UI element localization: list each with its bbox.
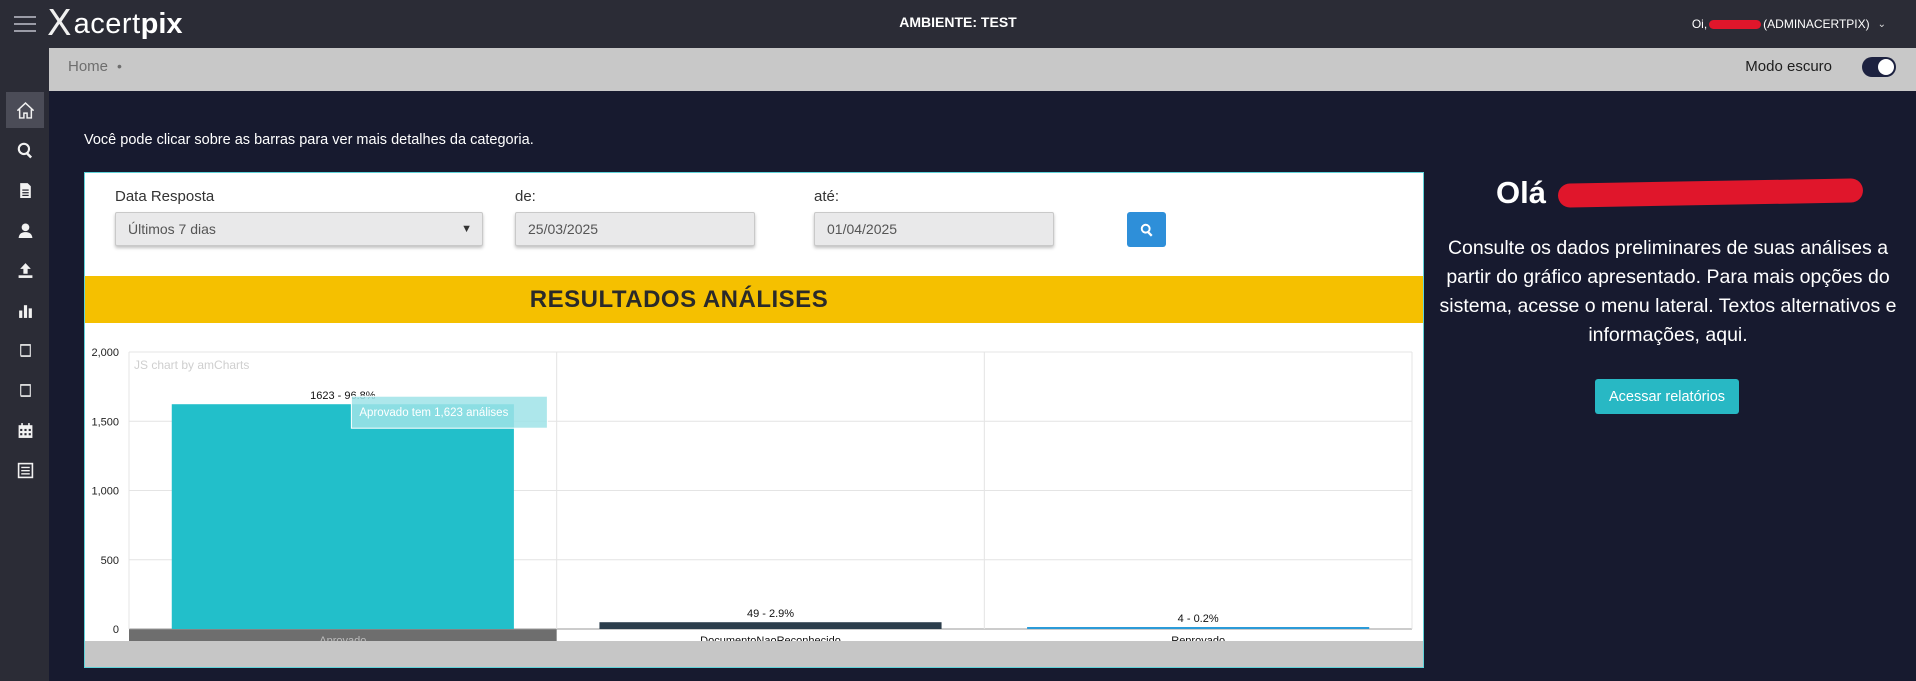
access-reports-button[interactable]: Acessar relatórios bbox=[1595, 379, 1739, 414]
y-tick-label: 1,000 bbox=[91, 486, 119, 498]
chart-hint-text: Você pode clicar sobre as barras para ve… bbox=[84, 132, 534, 148]
hamburger-menu-icon[interactable] bbox=[14, 14, 36, 32]
logo-x-mark: X bbox=[47, 3, 72, 44]
user-role: (ADMINACERTPIX) bbox=[1763, 17, 1870, 31]
dark-mode-toggle[interactable] bbox=[1862, 57, 1896, 77]
sidebar bbox=[0, 48, 49, 681]
results-title: RESULTADOS ANÁLISES bbox=[529, 285, 829, 313]
sidebar-item-users[interactable] bbox=[6, 212, 44, 248]
bar-documentonaoreconhecido[interactable] bbox=[599, 622, 942, 629]
y-tick-label: 2,000 bbox=[91, 347, 119, 359]
date-from-label: de: bbox=[515, 188, 536, 205]
sidebar-item-reports[interactable] bbox=[6, 292, 44, 328]
book-icon bbox=[19, 383, 31, 397]
redacted-username bbox=[1709, 19, 1762, 29]
document-icon bbox=[19, 182, 31, 198]
list-icon bbox=[17, 462, 33, 478]
results-card: Data Resposta Últimos 7 dias ▼ de: 25/03… bbox=[84, 172, 1424, 668]
bar-aprovado[interactable] bbox=[171, 404, 514, 629]
search-icon bbox=[17, 142, 32, 158]
date-to-label: até: bbox=[814, 188, 840, 205]
sidebar-item-upload[interactable] bbox=[6, 252, 44, 288]
sidebar-item-documents[interactable] bbox=[6, 172, 44, 208]
top-bar: Xacert pix AMBIENTE: TEST Oi, (ADMINACERT… bbox=[0, 0, 1916, 48]
data-resposta-label: Data Resposta bbox=[115, 188, 215, 205]
search-button[interactable] bbox=[1127, 212, 1166, 247]
user-menu[interactable]: Oi, (ADMINACERTPIX) ⌄ bbox=[1692, 17, 1886, 31]
welcome-heading: Olá bbox=[1496, 175, 1864, 211]
dark-mode-label: Modo escuro bbox=[1745, 58, 1832, 75]
bar-chart-icon bbox=[18, 304, 32, 318]
bar-value-label: 49 - 2.9% bbox=[747, 608, 794, 620]
calendar-icon bbox=[18, 422, 32, 438]
y-tick-label: 0 bbox=[113, 624, 119, 636]
info-text: Consulte os dados preliminares de suas a… bbox=[1439, 237, 1897, 346]
breadcrumb-separator: • bbox=[117, 58, 122, 74]
sidebar-item-home[interactable] bbox=[6, 92, 44, 128]
logo-text-pix: pix bbox=[140, 7, 183, 40]
upload-icon bbox=[18, 262, 32, 278]
home-icon bbox=[16, 101, 34, 119]
chevron-down-icon: ▼ bbox=[461, 223, 472, 235]
date-from-input[interactable]: 25/03/2025 bbox=[515, 212, 755, 246]
welcome-text: Olá bbox=[1496, 175, 1546, 210]
card-footer-bar bbox=[85, 641, 1423, 667]
date-to-input[interactable]: 01/04/2025 bbox=[814, 212, 1054, 246]
sidebar-item-book-1[interactable] bbox=[6, 332, 44, 368]
sidebar-item-book-2[interactable] bbox=[6, 372, 44, 408]
results-banner: RESULTADOS ANÁLISES bbox=[85, 276, 1423, 323]
bar-tooltip-text: Aprovado tem 1,623 análises bbox=[359, 407, 508, 419]
data-resposta-select[interactable]: Últimos 7 dias ▼ bbox=[115, 212, 483, 246]
y-tick-label: 1,500 bbox=[91, 416, 119, 428]
acertpix-logo[interactable]: Xacert pix bbox=[47, 5, 183, 43]
toggle-knob bbox=[1878, 59, 1894, 75]
sidebar-item-calendar[interactable] bbox=[6, 412, 44, 448]
y-tick-label: 500 bbox=[101, 555, 119, 567]
sidebar-item-list[interactable] bbox=[6, 452, 44, 488]
book-icon bbox=[19, 343, 31, 357]
breadcrumb-home-link[interactable]: Home bbox=[68, 58, 108, 75]
environment-label: AMBIENTE: TEST bbox=[899, 14, 1017, 30]
results-bar-chart[interactable]: 05001,0001,5002,000JS chart by amCharts1… bbox=[85, 343, 1423, 643]
logo-text-acert: acert bbox=[73, 7, 141, 40]
sidebar-item-search[interactable] bbox=[6, 132, 44, 168]
chevron-down-icon: ⌄ bbox=[1877, 18, 1886, 30]
user-greeting: Oi, bbox=[1691, 17, 1708, 31]
amcharts-watermark: JS chart by amCharts bbox=[134, 358, 249, 372]
bar-value-label: 4 - 0.2% bbox=[1178, 613, 1219, 625]
search-icon bbox=[1140, 223, 1153, 237]
data-resposta-value: Últimos 7 dias bbox=[128, 221, 216, 237]
breadcrumb: Home • Modo escuro bbox=[49, 48, 1916, 91]
bar-reprovado[interactable] bbox=[1027, 627, 1370, 629]
redacted-user-name bbox=[1557, 178, 1864, 208]
user-icon bbox=[18, 222, 32, 238]
